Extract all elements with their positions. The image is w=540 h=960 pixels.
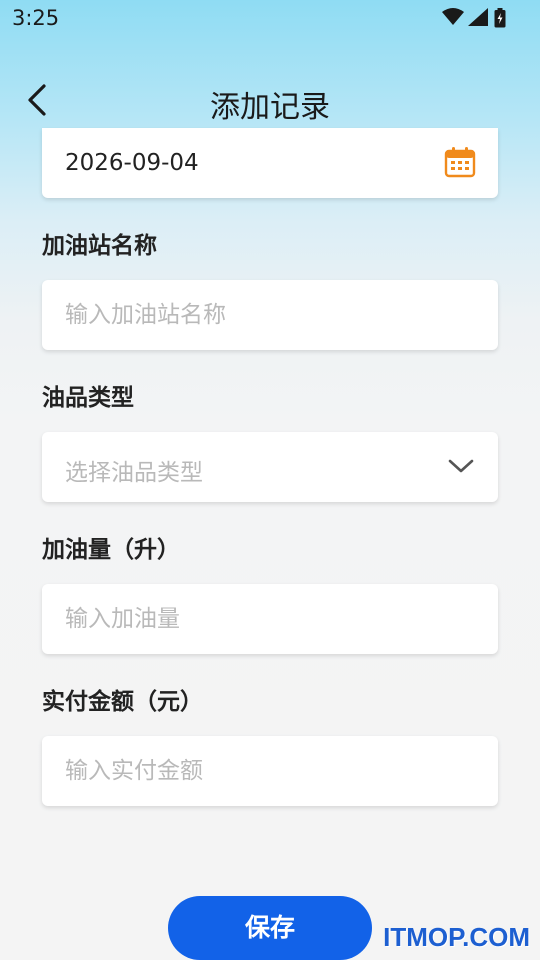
amount-label: 实付金额（元） (42, 689, 203, 715)
status-time: 3:25 (12, 6, 60, 30)
chevron-down-icon (448, 459, 474, 473)
calendar-icon[interactable] (444, 146, 476, 178)
date-picker-field[interactable]: 2026-09-04 (42, 128, 498, 198)
fuel-type-label: 油品类型 (42, 385, 134, 411)
volume-input[interactable] (42, 584, 498, 654)
save-button[interactable]: 保存 (168, 896, 372, 960)
station-field (42, 280, 498, 350)
watermark-logo: ITMOP.COM (383, 922, 530, 952)
wifi-icon (442, 8, 464, 25)
fuel-type-select[interactable]: 选择油品类型 (42, 432, 498, 502)
volume-label: 加油量（升） (42, 537, 180, 563)
battery-icon (494, 8, 506, 28)
page-title: 添加记录 (210, 90, 330, 125)
amount-input[interactable] (42, 736, 498, 806)
volume-field (42, 584, 498, 654)
fuel-type-placeholder: 选择油品类型 (65, 460, 203, 486)
status-bar: 3:25 (0, 0, 540, 40)
date-value: 2026-09-04 (65, 150, 199, 176)
station-label: 加油站名称 (42, 233, 157, 259)
header: 添加记录 (0, 70, 540, 130)
station-input[interactable] (42, 280, 498, 350)
amount-field (42, 736, 498, 806)
signal-icon (468, 8, 488, 26)
